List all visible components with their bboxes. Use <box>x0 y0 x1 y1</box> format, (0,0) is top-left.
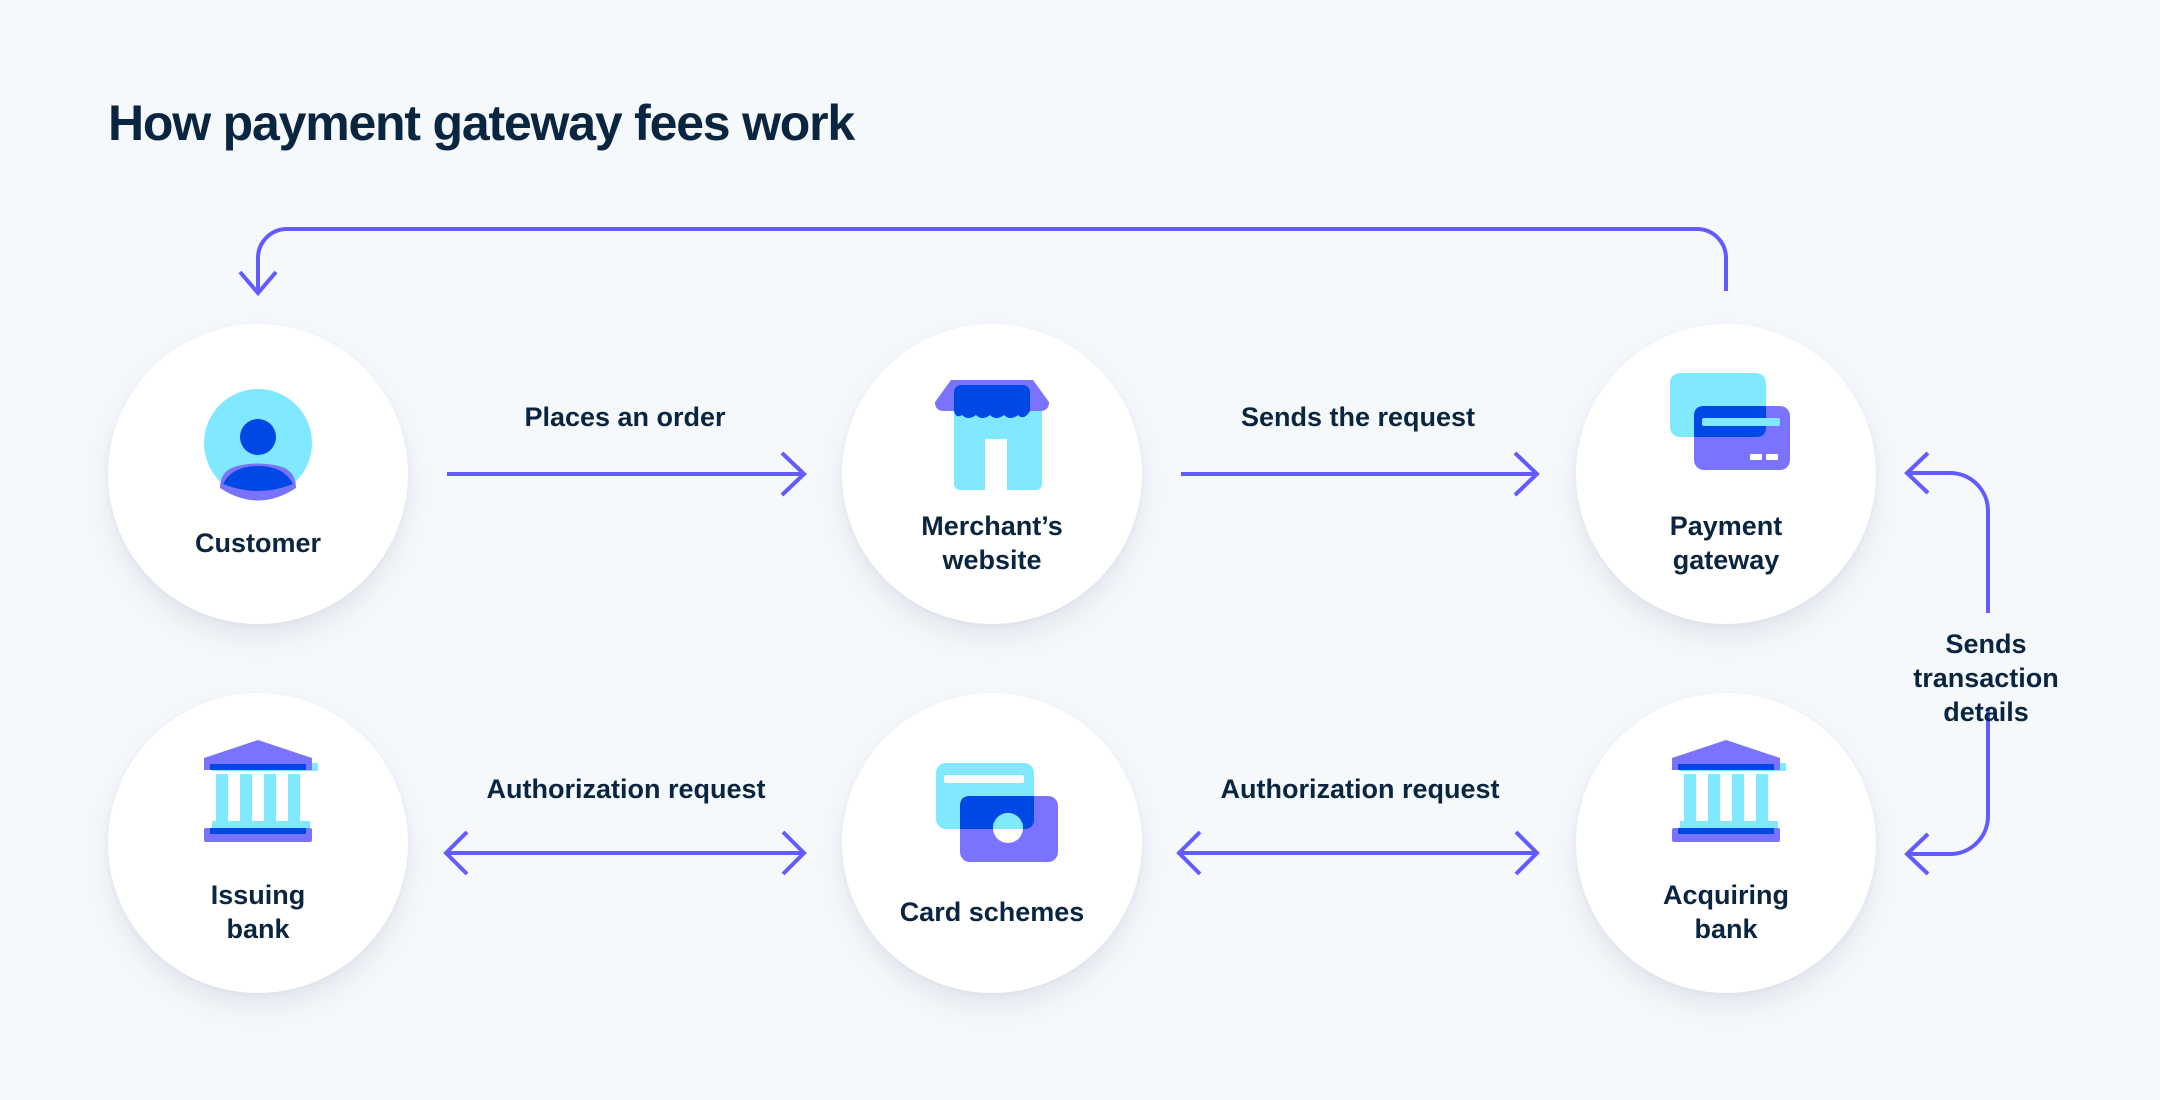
double-arrow-authorization-right <box>1176 830 1540 876</box>
node-label: Customer <box>194 528 322 558</box>
edge-label-transaction-details: Sends transaction details <box>1913 629 2059 727</box>
return-arrow <box>238 227 1728 297</box>
edge-label-authorization-right: Authorization request <box>1220 774 1500 804</box>
node-card-schemes: Card schemes <box>842 693 1142 993</box>
arrow-sends-request <box>1181 451 1540 497</box>
node-label: Acquiring bank <box>1663 880 1789 944</box>
node-label: Merchant’s website <box>921 511 1063 575</box>
edge-label-authorization-left: Authorization request <box>486 774 766 804</box>
bank-icon <box>204 740 318 842</box>
double-arrow-authorization-left <box>443 830 807 876</box>
edge-label-places-order: Places an order <box>524 402 726 432</box>
storefront-icon <box>935 380 1049 491</box>
node-issuing-bank: Issuing bank <box>108 693 408 993</box>
node-label: Issuing bank <box>210 880 306 944</box>
bank-icon <box>1672 740 1786 842</box>
node-acquiring-bank: Acquiring bank <box>1576 693 1876 993</box>
node-label: Payment gateway <box>1669 511 1783 575</box>
node-label: Card schemes <box>899 897 1085 927</box>
credit-cards-icon <box>1670 373 1790 470</box>
node-payment-gateway: Payment gateway <box>1576 324 1876 624</box>
user-icon <box>204 389 312 501</box>
card-scheme-icon <box>936 763 1058 862</box>
node-customer: Customer <box>108 324 408 624</box>
edge-label-sends-request: Sends the request <box>1240 402 1476 432</box>
arrow-places-order <box>447 451 807 497</box>
node-merchant-website: Merchant’s website <box>842 324 1142 624</box>
